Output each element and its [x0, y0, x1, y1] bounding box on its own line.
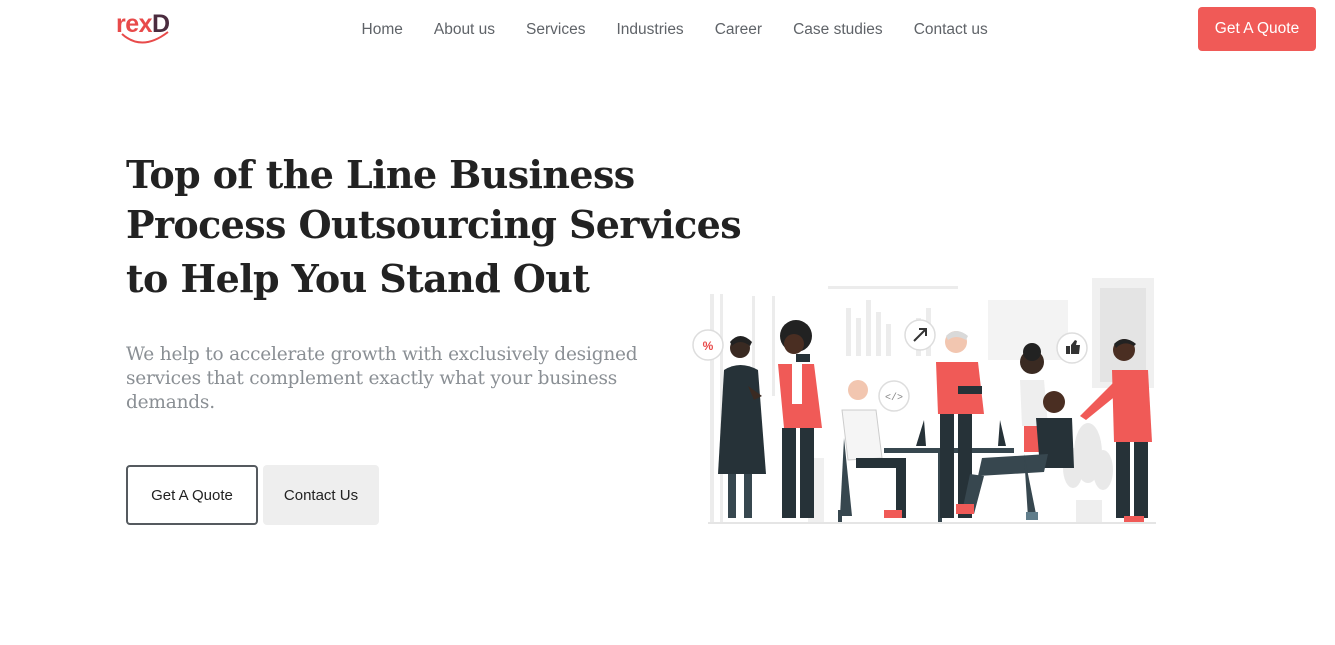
hero-title-line-2: Process Outsourcing Services	[126, 202, 742, 247]
nav-case-studies[interactable]: Case studies	[778, 20, 899, 40]
hero-description-line-3: demands.	[126, 392, 215, 413]
site-header: rexD Home About us Services Industries C…	[0, 0, 1335, 60]
code-badge: </>	[878, 380, 910, 412]
nav-about-us[interactable]: About us	[418, 20, 510, 40]
arrow-up-right-icon	[904, 319, 936, 351]
nav-home[interactable]: Home	[346, 20, 418, 40]
hero-contact-us-button[interactable]: Contact Us	[263, 465, 379, 525]
hero-description-line-2: services that complement exactly what yo…	[126, 368, 618, 389]
floor-line	[708, 522, 1156, 524]
hero-description: We help to accelerate growth with exclus…	[126, 343, 686, 415]
hero-title: Top of the Line Business Process Outsour…	[126, 150, 742, 304]
percent-badge: %	[692, 329, 724, 361]
team-meeting-illustration: % </>	[692, 278, 1156, 524]
person-woman-dress	[718, 336, 766, 518]
hero-title-line-1: Top of the Line Business	[126, 152, 635, 197]
hero-get-quote-button[interactable]: Get A Quote	[126, 465, 258, 525]
thumbs-up-icon	[1056, 332, 1088, 364]
nav-career[interactable]: Career	[699, 20, 777, 40]
background-shapes	[710, 278, 1154, 522]
hero-description-line-1: We help to accelerate growth with exclus…	[126, 344, 638, 365]
main-nav: Home About us Services Industries Career…	[346, 20, 1003, 40]
nav-industries[interactable]: Industries	[601, 20, 699, 40]
nav-contact-us[interactable]: Contact us	[898, 20, 1003, 40]
svg-text:</>: </>	[885, 392, 903, 404]
logo-swoosh-icon	[121, 31, 169, 44]
hero-title-line-3: to Help You Stand Out	[126, 256, 590, 301]
header-get-quote-button[interactable]: Get A Quote	[1198, 7, 1316, 51]
svg-text:%: %	[703, 339, 714, 353]
brand-logo[interactable]: rexD	[116, 10, 186, 50]
nav-services[interactable]: Services	[511, 20, 601, 40]
